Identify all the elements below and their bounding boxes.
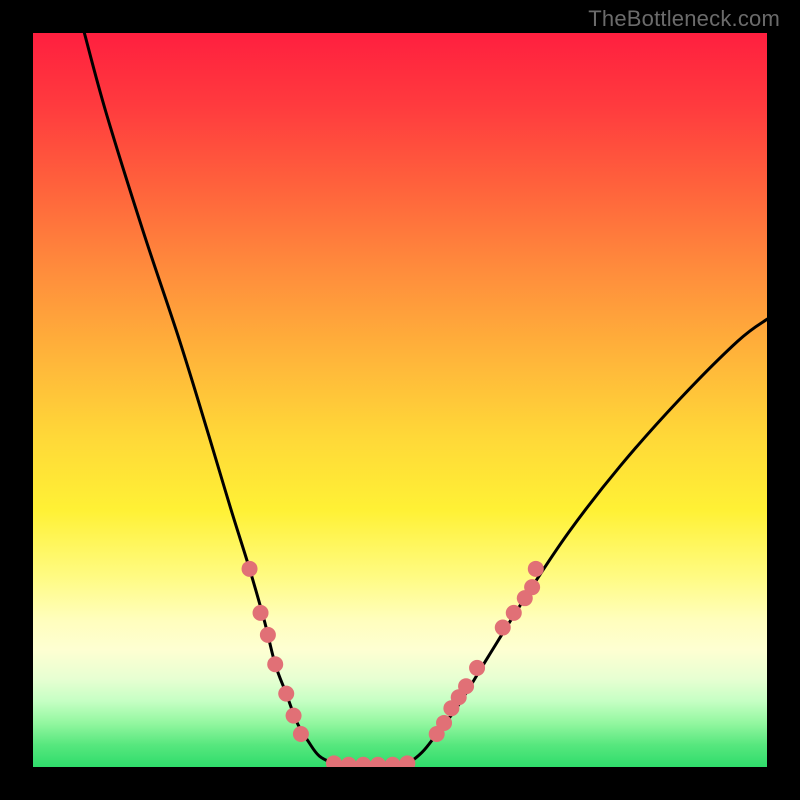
chart-svg <box>33 33 767 767</box>
curve-marker <box>355 757 371 767</box>
curve-marker <box>469 660 485 676</box>
curve-marker <box>253 605 269 621</box>
curve-marker <box>278 686 294 702</box>
bottleneck-curve-line <box>84 33 767 767</box>
curve-markers <box>242 561 544 767</box>
watermark-text: TheBottleneck.com <box>588 6 780 32</box>
curve-marker <box>242 561 258 577</box>
curve-marker <box>495 620 511 636</box>
curve-marker <box>385 757 401 767</box>
chart-frame: TheBottleneck.com <box>0 0 800 800</box>
curve-marker <box>341 757 357 767</box>
curve-marker <box>326 755 342 767</box>
curve-marker <box>436 715 452 731</box>
chart-plot-area <box>33 33 767 767</box>
curve-marker <box>370 757 386 767</box>
curve-marker <box>524 579 540 595</box>
curve-marker <box>528 561 544 577</box>
curve-marker <box>458 678 474 694</box>
curve-marker <box>260 627 276 643</box>
curve-marker <box>286 708 302 724</box>
curve-marker <box>506 605 522 621</box>
curve-marker <box>399 755 415 767</box>
curve-marker <box>293 726 309 742</box>
curve-marker <box>267 656 283 672</box>
